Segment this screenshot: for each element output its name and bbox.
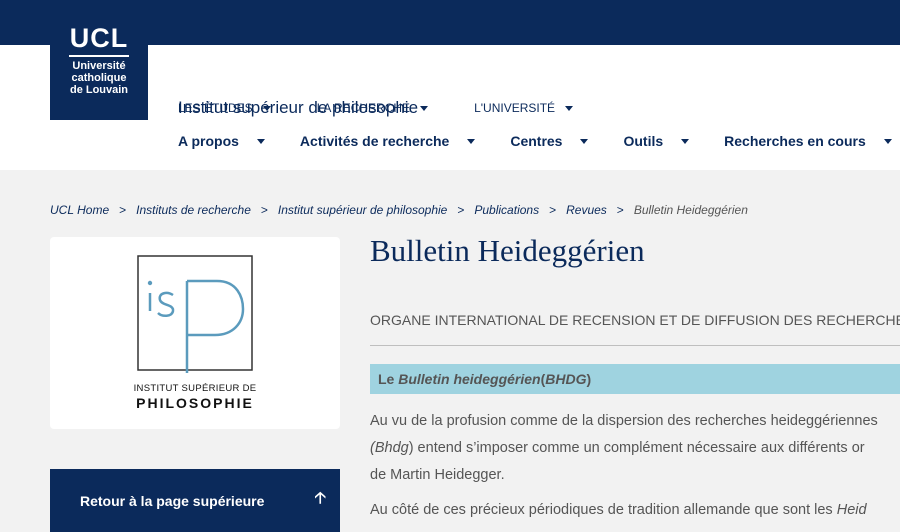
- paragraph-2: Au côté de ces précieux périodiques de t…: [370, 497, 867, 524]
- section-heading-callout: Le Bulletin heideggérien (BHDG): [370, 364, 900, 394]
- isp-logo-card: INSTITUT SUPÉRIEUR DE PHILOSOPHIE: [50, 237, 340, 429]
- breadcrumb-publications[interactable]: Publications: [474, 203, 539, 217]
- chevron-down-icon: [681, 138, 690, 144]
- breadcrumb-revues[interactable]: Revues: [566, 203, 607, 217]
- breadcrumb-isp[interactable]: Institut supérieur de philosophie: [278, 203, 447, 217]
- paragraph-1-line2: (Bhdg) entend s’imposer comme un complém…: [370, 435, 878, 462]
- breadcrumb-current: Bulletin Heideggérien: [633, 203, 748, 217]
- mainnav-item-apropos[interactable]: A propos: [178, 133, 265, 149]
- chevron-down-icon: [420, 105, 429, 111]
- chevron-down-icon: [256, 138, 265, 144]
- callout-abbr: BHDG: [545, 371, 587, 387]
- logo-line1: Université: [72, 60, 126, 72]
- chevron-down-icon: [565, 105, 574, 111]
- isp-logo-icon: [137, 255, 253, 373]
- mainnav-item-recherches[interactable]: Recherches en cours: [724, 133, 892, 149]
- breadcrumb-separator: >: [549, 203, 557, 217]
- page-subtitle: ORGANE INTERNATIONAL DE RECENSION ET DE …: [370, 312, 900, 328]
- paragraph-2-line1-text: Au côté de ces précieux périodiques de t…: [370, 502, 837, 518]
- breadcrumb-separator: >: [260, 203, 268, 217]
- mainnav-item-activites[interactable]: Activités de recherche: [300, 133, 476, 149]
- paragraph-1-abbr: (Bhdg: [370, 440, 409, 456]
- breadcrumb-separator: >: [457, 203, 465, 217]
- logo-divider: [69, 55, 129, 57]
- callout-prefix: Le: [378, 371, 395, 387]
- arrow-up-icon: 🡡: [314, 490, 327, 507]
- chevron-down-icon: [467, 138, 476, 144]
- breadcrumb-separator: >: [616, 203, 624, 217]
- mainnav-item-outils[interactable]: Outils: [623, 133, 690, 149]
- logo-abbr: UCL: [69, 23, 129, 53]
- logo-line3: de Louvain: [69, 84, 129, 96]
- site-title[interactable]: Institut supérieur de philosophie: [178, 98, 418, 118]
- logo-line2: catholique: [71, 72, 127, 84]
- subtitle-divider: [370, 345, 900, 346]
- topnav-item-universite[interactable]: L'UNIVERSITÉ: [474, 101, 574, 115]
- breadcrumb-instituts[interactable]: Instituts de recherche: [136, 203, 251, 217]
- callout-italic: Bulletin heideggérien: [398, 371, 541, 387]
- paragraph-2-line1-italic: Heid: [836, 502, 867, 518]
- callout-suffix: ): [586, 371, 592, 387]
- paragraph-2-line1: Au côté de ces précieux périodiques de t…: [370, 497, 867, 524]
- chevron-down-icon: [883, 138, 892, 144]
- mainnav-item-centres[interactable]: Centres: [510, 133, 589, 149]
- chevron-down-icon: [580, 138, 589, 144]
- paragraph-1-line2-text: ) entend s’imposer comme un complément n…: [408, 440, 865, 456]
- back-button-label: Retour à la page supérieure: [80, 492, 265, 509]
- isp-logo-text-line1: INSTITUT SUPÉRIEUR DE: [133, 383, 257, 394]
- back-to-parent-button[interactable]: Retour à la page supérieure 🡡: [50, 469, 340, 532]
- isp-logo-text-line2: PHILOSOPHIE: [136, 395, 254, 411]
- paragraph-1-line3: de Martin Heidegger.: [370, 467, 505, 483]
- breadcrumb-separator: >: [119, 203, 127, 217]
- page-title: Bulletin Heideggérien: [370, 233, 645, 268]
- breadcrumb: UCL Home > Instituts de recherche > Inst…: [50, 203, 748, 217]
- paragraph-1-line1: Au vu de la profusion comme de la disper…: [370, 413, 878, 429]
- main-nav: A propos Activités de recherche Centres …: [178, 133, 900, 149]
- ucl-logo[interactable]: UCL Université catholique de Louvain: [50, 18, 148, 120]
- breadcrumb-ucl-home[interactable]: UCL Home: [50, 203, 109, 217]
- paragraph-1: Au vu de la profusion comme de la disper…: [370, 408, 878, 489]
